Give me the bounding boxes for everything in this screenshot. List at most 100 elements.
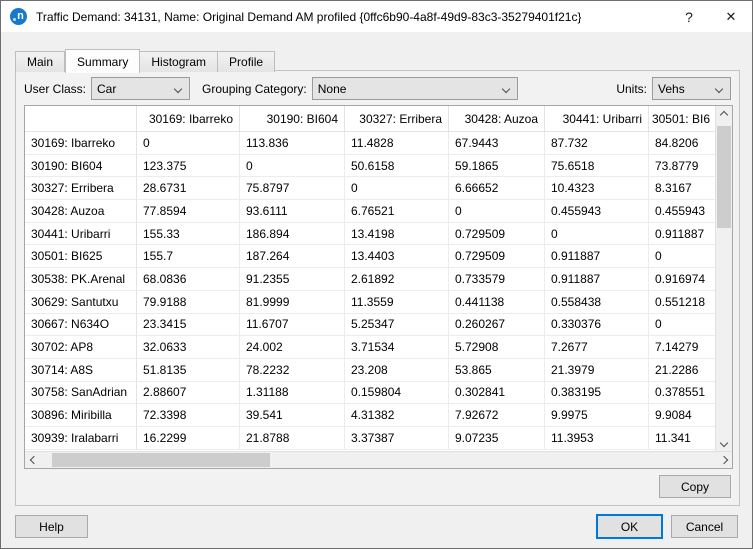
matrix-cell[interactable]: 21.3979 <box>545 358 649 382</box>
matrix-cell[interactable]: 87.732 <box>545 132 649 155</box>
matrix-cell[interactable]: 155.7 <box>137 245 240 269</box>
matrix-cell[interactable]: 0.383195 <box>545 381 649 405</box>
horizontal-scroll-track[interactable] <box>42 452 715 468</box>
row-header[interactable]: 30758: SanAdrian <box>25 381 137 405</box>
matrix-cell[interactable]: 0.729509 <box>449 222 545 246</box>
horizontal-scroll-thumb[interactable] <box>52 453 270 467</box>
matrix-cell[interactable]: 5.25347 <box>345 313 449 337</box>
matrix-cell[interactable]: 0 <box>649 245 715 269</box>
scroll-left-button[interactable] <box>25 452 42 468</box>
vertical-scrollbar[interactable] <box>715 106 732 451</box>
grouping-category-dropdown[interactable]: None <box>311 77 518 100</box>
matrix-cell[interactable]: 50.6158 <box>345 154 449 178</box>
matrix-cell[interactable]: 53.865 <box>449 358 545 382</box>
matrix-cell[interactable]: 16.2299 <box>137 426 240 450</box>
matrix-cell[interactable]: 3.37387 <box>345 426 449 450</box>
row-header[interactable]: 30714: A8S <box>25 358 137 382</box>
matrix-cell[interactable]: 2.61892 <box>345 268 449 291</box>
row-header[interactable]: 30190: BI604 <box>25 154 137 178</box>
copy-button[interactable]: Copy <box>659 475 731 498</box>
matrix-cell[interactable]: 0.733579 <box>449 268 545 291</box>
matrix-cell[interactable]: 2.88607 <box>137 381 240 405</box>
column-header[interactable]: 30428: Auzoa <box>449 106 545 132</box>
matrix-cell[interactable]: 23.208 <box>345 358 449 382</box>
row-header[interactable]: 30501: BI625 <box>25 245 137 269</box>
matrix-cell[interactable]: 11.6707 <box>240 313 345 337</box>
row-header[interactable]: 30702: AP8 <box>25 336 137 359</box>
matrix-cell[interactable]: 93.6111 <box>240 200 345 223</box>
matrix-cell[interactable]: 81.9999 <box>240 290 345 314</box>
tab-summary[interactable]: Summary <box>65 49 141 73</box>
matrix-cell[interactable]: 0.558438 <box>545 290 649 314</box>
matrix-cell[interactable]: 78.2232 <box>240 358 345 382</box>
matrix-cell[interactable]: 0.911887 <box>649 222 715 246</box>
scroll-down-button[interactable] <box>716 434 732 451</box>
matrix-cell[interactable]: 91.2355 <box>240 268 345 291</box>
matrix-cell[interactable]: 67.9443 <box>449 132 545 155</box>
matrix-cell[interactable]: 0.159804 <box>345 381 449 405</box>
matrix-cell[interactable]: 75.8797 <box>240 177 345 201</box>
tab-histogram[interactable]: Histogram <box>140 51 219 72</box>
matrix-cell[interactable]: 0 <box>137 132 240 155</box>
matrix-cell[interactable]: 0.916974 <box>649 268 715 291</box>
matrix-cell[interactable]: 51.8135 <box>137 358 240 382</box>
row-header[interactable]: 30441: Uribarri <box>25 222 137 246</box>
matrix-cell[interactable]: 84.8206 <box>649 132 715 155</box>
matrix-cell[interactable]: 0.302841 <box>449 381 545 405</box>
matrix-cell[interactable]: 9.9975 <box>545 404 649 427</box>
matrix-cell[interactable]: 28.6731 <box>137 177 240 201</box>
matrix-cell[interactable]: 155.33 <box>137 222 240 246</box>
matrix-cell[interactable]: 8.3167 <box>649 177 715 201</box>
matrix-cell[interactable]: 72.3398 <box>137 404 240 427</box>
matrix-cell[interactable]: 186.894 <box>240 222 345 246</box>
matrix-cell[interactable]: 0.330376 <box>545 313 649 337</box>
matrix-cell[interactable]: 0.551218 <box>649 290 715 314</box>
matrix-cell[interactable]: 0.441138 <box>449 290 545 314</box>
matrix-cell[interactable]: 9.9084 <box>649 404 715 427</box>
units-dropdown[interactable]: Vehs <box>652 77 731 100</box>
row-header[interactable]: 30939: Iralabarri <box>25 426 137 450</box>
matrix-cell[interactable]: 5.72908 <box>449 336 545 359</box>
ok-button[interactable]: OK <box>596 514 663 539</box>
horizontal-scrollbar[interactable] <box>25 451 732 468</box>
vertical-scroll-track[interactable] <box>716 123 732 434</box>
vertical-scroll-thumb[interactable] <box>717 126 731 228</box>
matrix-cell[interactable]: 0.378551 <box>649 381 715 405</box>
user-class-dropdown[interactable]: Car <box>91 77 191 100</box>
matrix-cell[interactable]: 123.375 <box>137 154 240 178</box>
row-header[interactable]: 30667: N634O <box>25 313 137 337</box>
matrix-cell[interactable]: 21.2286 <box>649 358 715 382</box>
column-header[interactable]: 30190: BI604 <box>240 106 345 132</box>
scroll-up-button[interactable] <box>716 106 732 123</box>
matrix-cell[interactable]: 3.71534 <box>345 336 449 359</box>
matrix-cell[interactable]: 0 <box>345 177 449 201</box>
matrix-cell[interactable]: 4.31382 <box>345 404 449 427</box>
matrix-cell[interactable]: 68.0836 <box>137 268 240 291</box>
matrix-cell[interactable]: 7.92672 <box>449 404 545 427</box>
matrix-cell[interactable]: 113.836 <box>240 132 345 155</box>
matrix-cell[interactable]: 79.9188 <box>137 290 240 314</box>
matrix-cell[interactable]: 0.455943 <box>545 200 649 223</box>
matrix-cell[interactable]: 0 <box>545 222 649 246</box>
column-header[interactable]: 30501: BI6 <box>649 106 715 132</box>
help-button[interactable]: Help <box>15 515 88 538</box>
matrix-cell[interactable]: 0 <box>449 200 545 223</box>
matrix-cell[interactable]: 13.4198 <box>345 222 449 246</box>
matrix-cell[interactable]: 32.0633 <box>137 336 240 359</box>
matrix-cell[interactable]: 21.8788 <box>240 426 345 450</box>
matrix-cell[interactable]: 0.260267 <box>449 313 545 337</box>
row-header[interactable]: 30538: PK.Arenal <box>25 268 137 291</box>
matrix-cell[interactable]: 11.4828 <box>345 132 449 155</box>
matrix-cell[interactable]: 11.3953 <box>545 426 649 450</box>
matrix-cell[interactable]: 73.8779 <box>649 154 715 178</box>
row-header[interactable]: 30327: Erribera <box>25 177 137 201</box>
matrix-cell[interactable]: 6.66652 <box>449 177 545 201</box>
matrix-cell[interactable]: 75.6518 <box>545 154 649 178</box>
matrix-cell[interactable]: 10.4323 <box>545 177 649 201</box>
row-header[interactable]: 30428: Auzoa <box>25 200 137 223</box>
matrix-cell[interactable]: 187.264 <box>240 245 345 269</box>
matrix-cell[interactable]: 0.729509 <box>449 245 545 269</box>
column-header[interactable]: 30327: Erribera <box>345 106 449 132</box>
matrix-cell[interactable]: 0.911887 <box>545 268 649 291</box>
row-header[interactable]: 30629: Santutxu <box>25 290 137 314</box>
